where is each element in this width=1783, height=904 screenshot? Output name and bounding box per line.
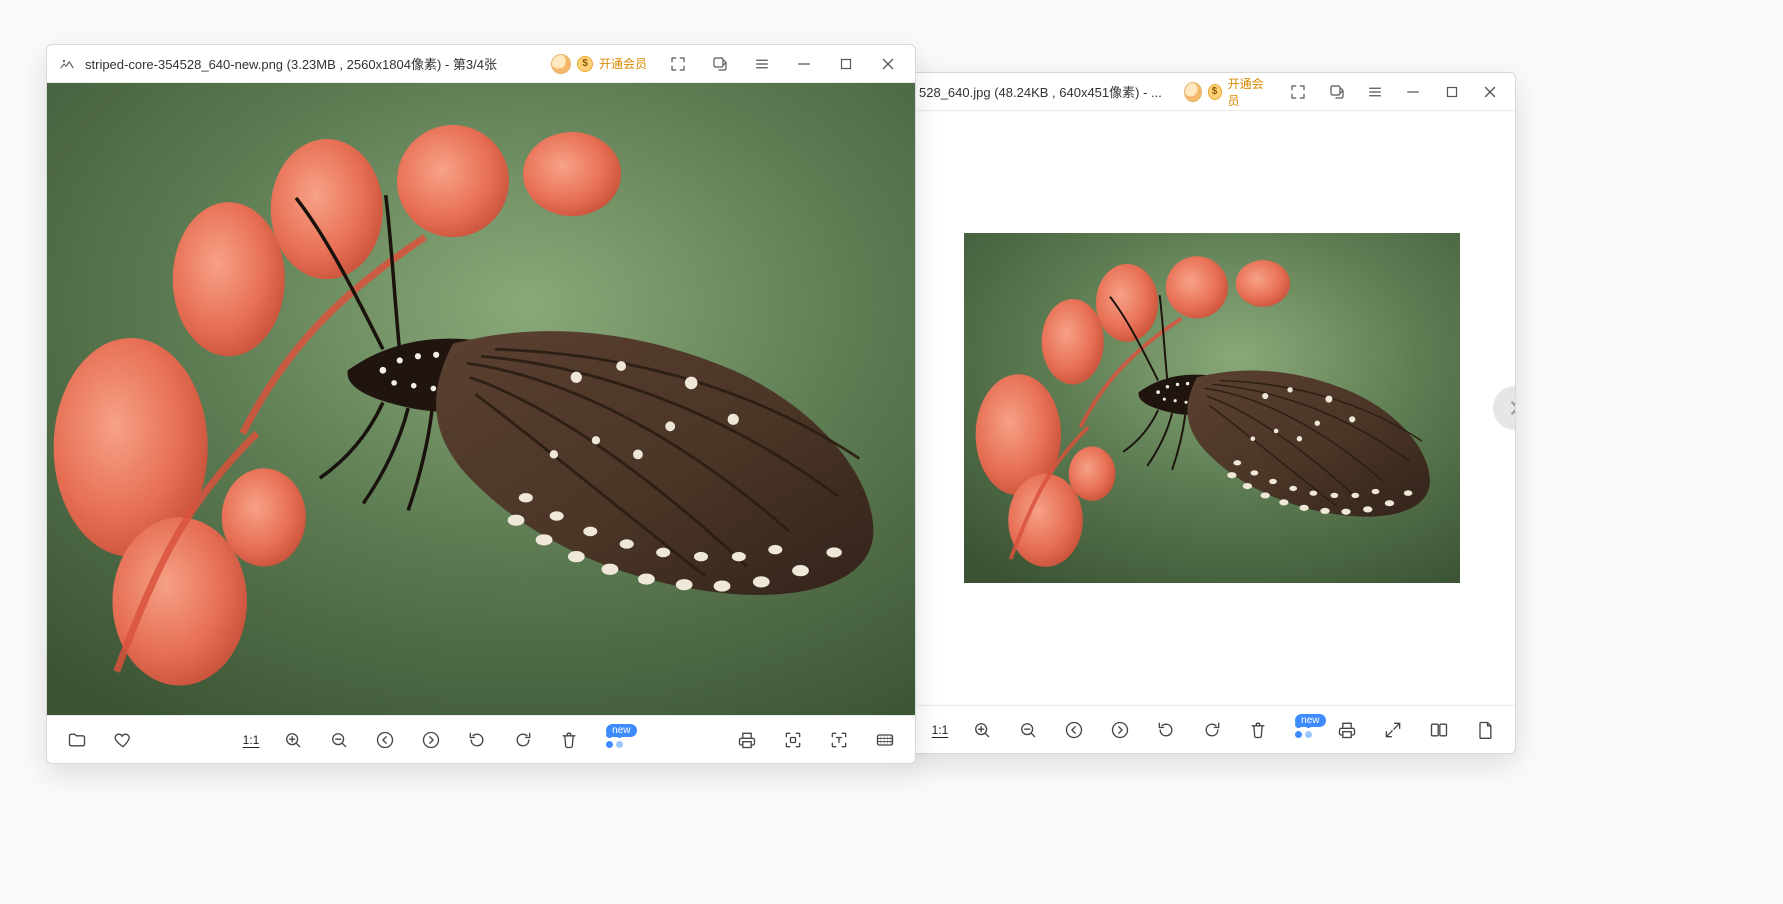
vip-label: 开通会员: [599, 55, 647, 72]
titlebar[interactable]: striped-core-354528_640-new.png (3.23MB …: [47, 45, 915, 83]
zoom-out-icon[interactable]: [327, 728, 351, 752]
title-text: 528_640.jpg (48.24KB , 640x451像素) - ...: [919, 82, 1162, 101]
scan-icon[interactable]: [781, 728, 805, 752]
app-icon: [57, 54, 77, 74]
ocr-icon[interactable]: [827, 728, 851, 752]
next-icon[interactable]: [419, 728, 443, 752]
bottom-toolbar: 1:1 new: [909, 705, 1515, 753]
print-icon[interactable]: [735, 728, 759, 752]
image-stage[interactable]: [909, 111, 1515, 705]
fullscreen-icon[interactable]: [661, 50, 695, 78]
coin-icon: $: [577, 56, 593, 72]
favorite-icon[interactable]: [111, 728, 135, 752]
fullscreen-icon[interactable]: [1283, 78, 1313, 106]
maximize-button[interactable]: [829, 50, 863, 78]
menu-icon[interactable]: [1360, 78, 1390, 106]
maximize-button[interactable]: [1436, 78, 1466, 106]
zoom-out-icon[interactable]: [1016, 718, 1040, 742]
info-doc-icon[interactable]: [1473, 718, 1497, 742]
vip-chip[interactable]: $ 开通会员: [545, 52, 653, 76]
close-button[interactable]: [1475, 78, 1505, 106]
print-icon[interactable]: [1335, 718, 1359, 742]
image-stage[interactable]: [47, 83, 915, 715]
zoom-ratio-button[interactable]: 1:1: [932, 723, 949, 737]
rotate-window-icon[interactable]: [1322, 78, 1352, 106]
next-image-button[interactable]: [1493, 386, 1515, 430]
apps-grid-icon[interactable]: new: [603, 728, 627, 752]
new-badge: new: [1295, 714, 1325, 727]
compare-icon[interactable]: [1427, 718, 1451, 742]
open-folder-icon[interactable]: [65, 728, 89, 752]
image-viewer-window-2: 528_640.jpg (48.24KB , 640x451像素) - ... …: [908, 72, 1516, 754]
rotate-right-icon[interactable]: [1200, 718, 1224, 742]
rotate-window-icon[interactable]: [703, 50, 737, 78]
photo: [964, 233, 1461, 583]
avatar-icon: [1184, 82, 1202, 102]
previous-icon[interactable]: [373, 728, 397, 752]
rotate-left-icon[interactable]: [1154, 718, 1178, 742]
zoom-ratio-button[interactable]: 1:1: [243, 733, 260, 747]
zoom-in-icon[interactable]: [970, 718, 994, 742]
photo: [47, 83, 915, 715]
vip-label: 开通会员: [1228, 75, 1270, 109]
rotate-right-icon[interactable]: [511, 728, 535, 752]
expand-icon[interactable]: [1381, 718, 1405, 742]
avatar-icon: [551, 54, 571, 74]
delete-icon[interactable]: [1246, 718, 1270, 742]
titlebar[interactable]: 528_640.jpg (48.24KB , 640x451像素) - ... …: [909, 73, 1515, 111]
previous-icon[interactable]: [1062, 718, 1086, 742]
apps-grid-icon[interactable]: new: [1292, 718, 1316, 742]
next-icon[interactable]: [1108, 718, 1132, 742]
minimize-button[interactable]: [787, 50, 821, 78]
rotate-left-icon[interactable]: [465, 728, 489, 752]
image-viewer-window-1: striped-core-354528_640-new.png (3.23MB …: [46, 44, 916, 764]
new-badge: new: [606, 724, 636, 737]
coin-icon: $: [1208, 84, 1222, 100]
filmstrip-icon[interactable]: [873, 728, 897, 752]
close-button[interactable]: [871, 50, 905, 78]
vip-chip[interactable]: $ 开通会员: [1178, 73, 1275, 111]
minimize-button[interactable]: [1398, 78, 1428, 106]
zoom-in-icon[interactable]: [281, 728, 305, 752]
title-text: striped-core-354528_640-new.png (3.23MB …: [85, 54, 497, 73]
bottom-toolbar: 1:1 new: [47, 715, 915, 763]
menu-icon[interactable]: [745, 50, 779, 78]
delete-icon[interactable]: [557, 728, 581, 752]
